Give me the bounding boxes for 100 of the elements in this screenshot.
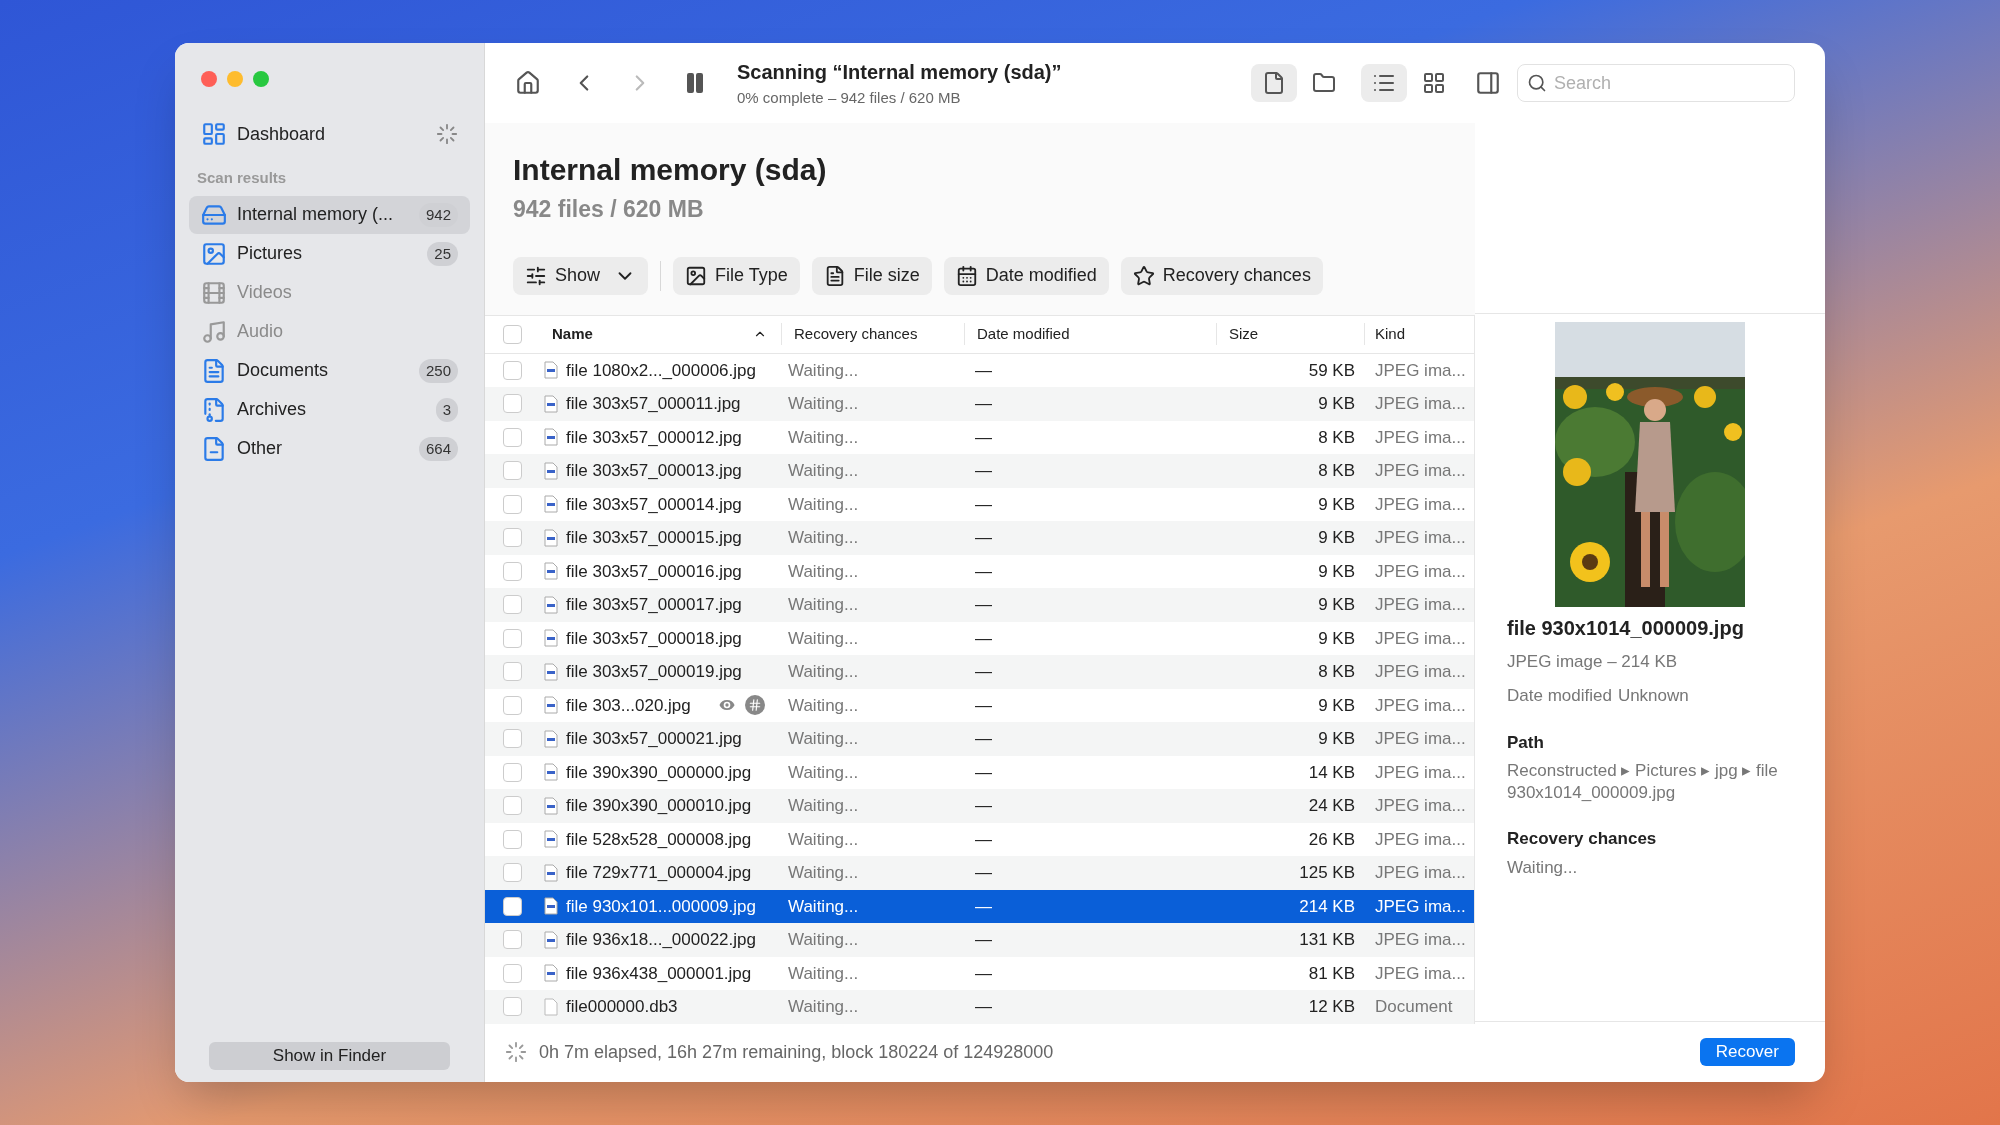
checkbox[interactable] [503, 729, 522, 749]
file-row[interactable]: file000000.db3 Waiting... — 12 KB Document [485, 990, 1474, 1024]
film-icon [201, 279, 227, 306]
zoom-button[interactable] [253, 71, 269, 87]
checkbox[interactable] [503, 829, 522, 849]
image-file-icon [544, 394, 558, 413]
section-heading: Scan results [197, 168, 288, 188]
file-row[interactable]: file 936x18..._000022.jpg Waiting... — 131 KB JPEG ima... [485, 923, 1474, 957]
count-badge: 942 [418, 202, 458, 227]
search-field[interactable]: Search [1517, 64, 1795, 102]
checkbox[interactable] [503, 561, 522, 581]
column-header[interactable]: Name [552, 322, 593, 346]
file-size: 14 KB [1307, 761, 1356, 784]
filter-button[interactable]: Recovery chances [1120, 256, 1323, 295]
file-path: Reconstructed ▸ Pictures ▸ jpg ▸ file 930x1014_000009.jpg [1507, 759, 1779, 804]
file-row[interactable]: file 303x57_000019.jpg Waiting... — 8 KB JPEG ima... [485, 655, 1474, 689]
recovery-chance: Waiting... [787, 862, 860, 884]
recovery-chance: Waiting... [787, 460, 860, 482]
checkbox[interactable] [503, 494, 522, 514]
file-size: 59 KB [1307, 359, 1356, 382]
checkbox[interactable] [503, 662, 522, 682]
checkbox[interactable] [503, 896, 522, 916]
checkbox[interactable] [503, 762, 522, 782]
recovery-chance: Waiting... [787, 962, 860, 985]
file-kind: JPEG ima... [1374, 393, 1467, 415]
file-kind: JPEG ima... [1374, 795, 1467, 817]
sidebar-item[interactable]: Pictures 25 [189, 234, 470, 273]
file-kind: JPEG ima... [1374, 962, 1467, 985]
minimize-button[interactable] [227, 71, 243, 87]
count-badge: 25 [427, 241, 458, 266]
recover-button[interactable]: Recover [1699, 1038, 1795, 1066]
file-row[interactable]: file 303x57_000015.jpg Waiting... — 9 KB JPEG ima... [485, 521, 1474, 555]
file-row[interactable]: file 303x57_000013.jpg Waiting... — 8 KB JPEG ima... [485, 454, 1474, 488]
checkbox[interactable] [503, 394, 522, 414]
file-name: file 729x771_000004.jpg [566, 862, 752, 884]
file-row[interactable]: file 303x57_000021.jpg Waiting... — 9 KB JPEG ima... [485, 722, 1474, 756]
date-modified: — [974, 929, 993, 951]
date-modified: — [974, 426, 993, 449]
sidebar-toggle-icon[interactable] [1475, 70, 1501, 96]
image-file-icon [544, 528, 558, 547]
filter-button[interactable]: Show [513, 256, 649, 295]
column-header[interactable]: Kind [1365, 322, 1474, 346]
sliders-icon [525, 264, 547, 287]
date-modified: — [974, 594, 993, 616]
file-row[interactable]: file 930x101...000009.jpg Waiting... — 214 KB JPEG ima... [485, 889, 1474, 923]
file-row[interactable]: file 303x57_000017.jpg Waiting... — 9 KB JPEG ima... [485, 588, 1474, 622]
recovery-chance: Waiting... [787, 929, 860, 951]
column-header[interactable]: Date modified [965, 322, 1217, 346]
home-icon[interactable] [515, 70, 541, 96]
date-modified: — [974, 962, 993, 985]
file-row[interactable]: file 390x390_000010.jpg Waiting... — 24 KB JPEG ima... [485, 789, 1474, 823]
recovery-chance: Waiting... [787, 761, 860, 784]
file-name: file000000.db3 [566, 996, 678, 1018]
checkbox[interactable] [503, 595, 522, 615]
file-view-button[interactable] [1251, 64, 1297, 102]
sidebar-item[interactable]: Archives 3 [189, 390, 470, 429]
file-name: file 303x57_000016.jpg [566, 560, 742, 583]
file-name: file 303x57_000018.jpg [566, 627, 742, 650]
checkbox[interactable] [503, 427, 522, 447]
checkbox[interactable] [503, 997, 522, 1017]
filter-button[interactable]: File size [811, 256, 932, 295]
file-name: file 1080x2..._000006.jpg [566, 359, 756, 382]
checkbox[interactable] [503, 628, 522, 648]
hash-icon[interactable] [744, 695, 765, 716]
date-modified: — [974, 761, 993, 784]
checkbox[interactable] [503, 695, 522, 715]
dashboard-item[interactable]: Dashboard [189, 115, 470, 153]
file-size: 9 KB [1317, 627, 1356, 650]
file-name: file 390x390_000000.jpg [566, 761, 752, 784]
list-view-button[interactable] [1361, 64, 1407, 102]
image-file-icon [544, 595, 558, 614]
filter-button[interactable]: Date modified [943, 256, 1109, 295]
recovery-chance: Waiting... [787, 795, 860, 817]
checkbox[interactable] [503, 863, 522, 883]
sidebar-item[interactable]: Internal memory (... 942 [189, 195, 470, 234]
recovery-chance: Waiting... [787, 594, 860, 616]
file-row[interactable]: file 303x57_000011.jpg Waiting... — 9 KB JPEG ima... [485, 387, 1474, 421]
spinner-icon [436, 123, 458, 145]
checkbox[interactable] [503, 930, 522, 950]
image-file-icon [544, 428, 558, 447]
show-in-finder-button[interactable]: Show in Finder [209, 1042, 450, 1070]
checkbox[interactable] [503, 963, 522, 983]
sidebar-item[interactable]: Documents 250 [189, 351, 470, 390]
column-header[interactable]: Recovery chances [782, 322, 965, 346]
image-file-icon [544, 562, 558, 581]
date-modified: — [974, 895, 993, 918]
select-all-checkbox[interactable] [503, 324, 522, 344]
close-button[interactable] [201, 71, 217, 87]
sidebar-item[interactable]: Other 664 [189, 429, 470, 468]
checkbox[interactable] [503, 461, 522, 481]
filter-button[interactable]: File Type [673, 256, 800, 295]
file-icon [201, 435, 227, 462]
file-row[interactable]: file 729x771_000004.jpg Waiting... — 125 KB JPEG ima... [485, 856, 1474, 890]
column-header[interactable]: Size [1217, 322, 1365, 346]
calendar-icon [955, 264, 978, 287]
checkbox[interactable] [503, 528, 522, 548]
checkbox[interactable] [503, 360, 522, 380]
file-name: file 303x57_000019.jpg [566, 661, 742, 683]
checkbox[interactable] [503, 796, 522, 816]
file-kind: JPEG ima... [1374, 426, 1467, 449]
